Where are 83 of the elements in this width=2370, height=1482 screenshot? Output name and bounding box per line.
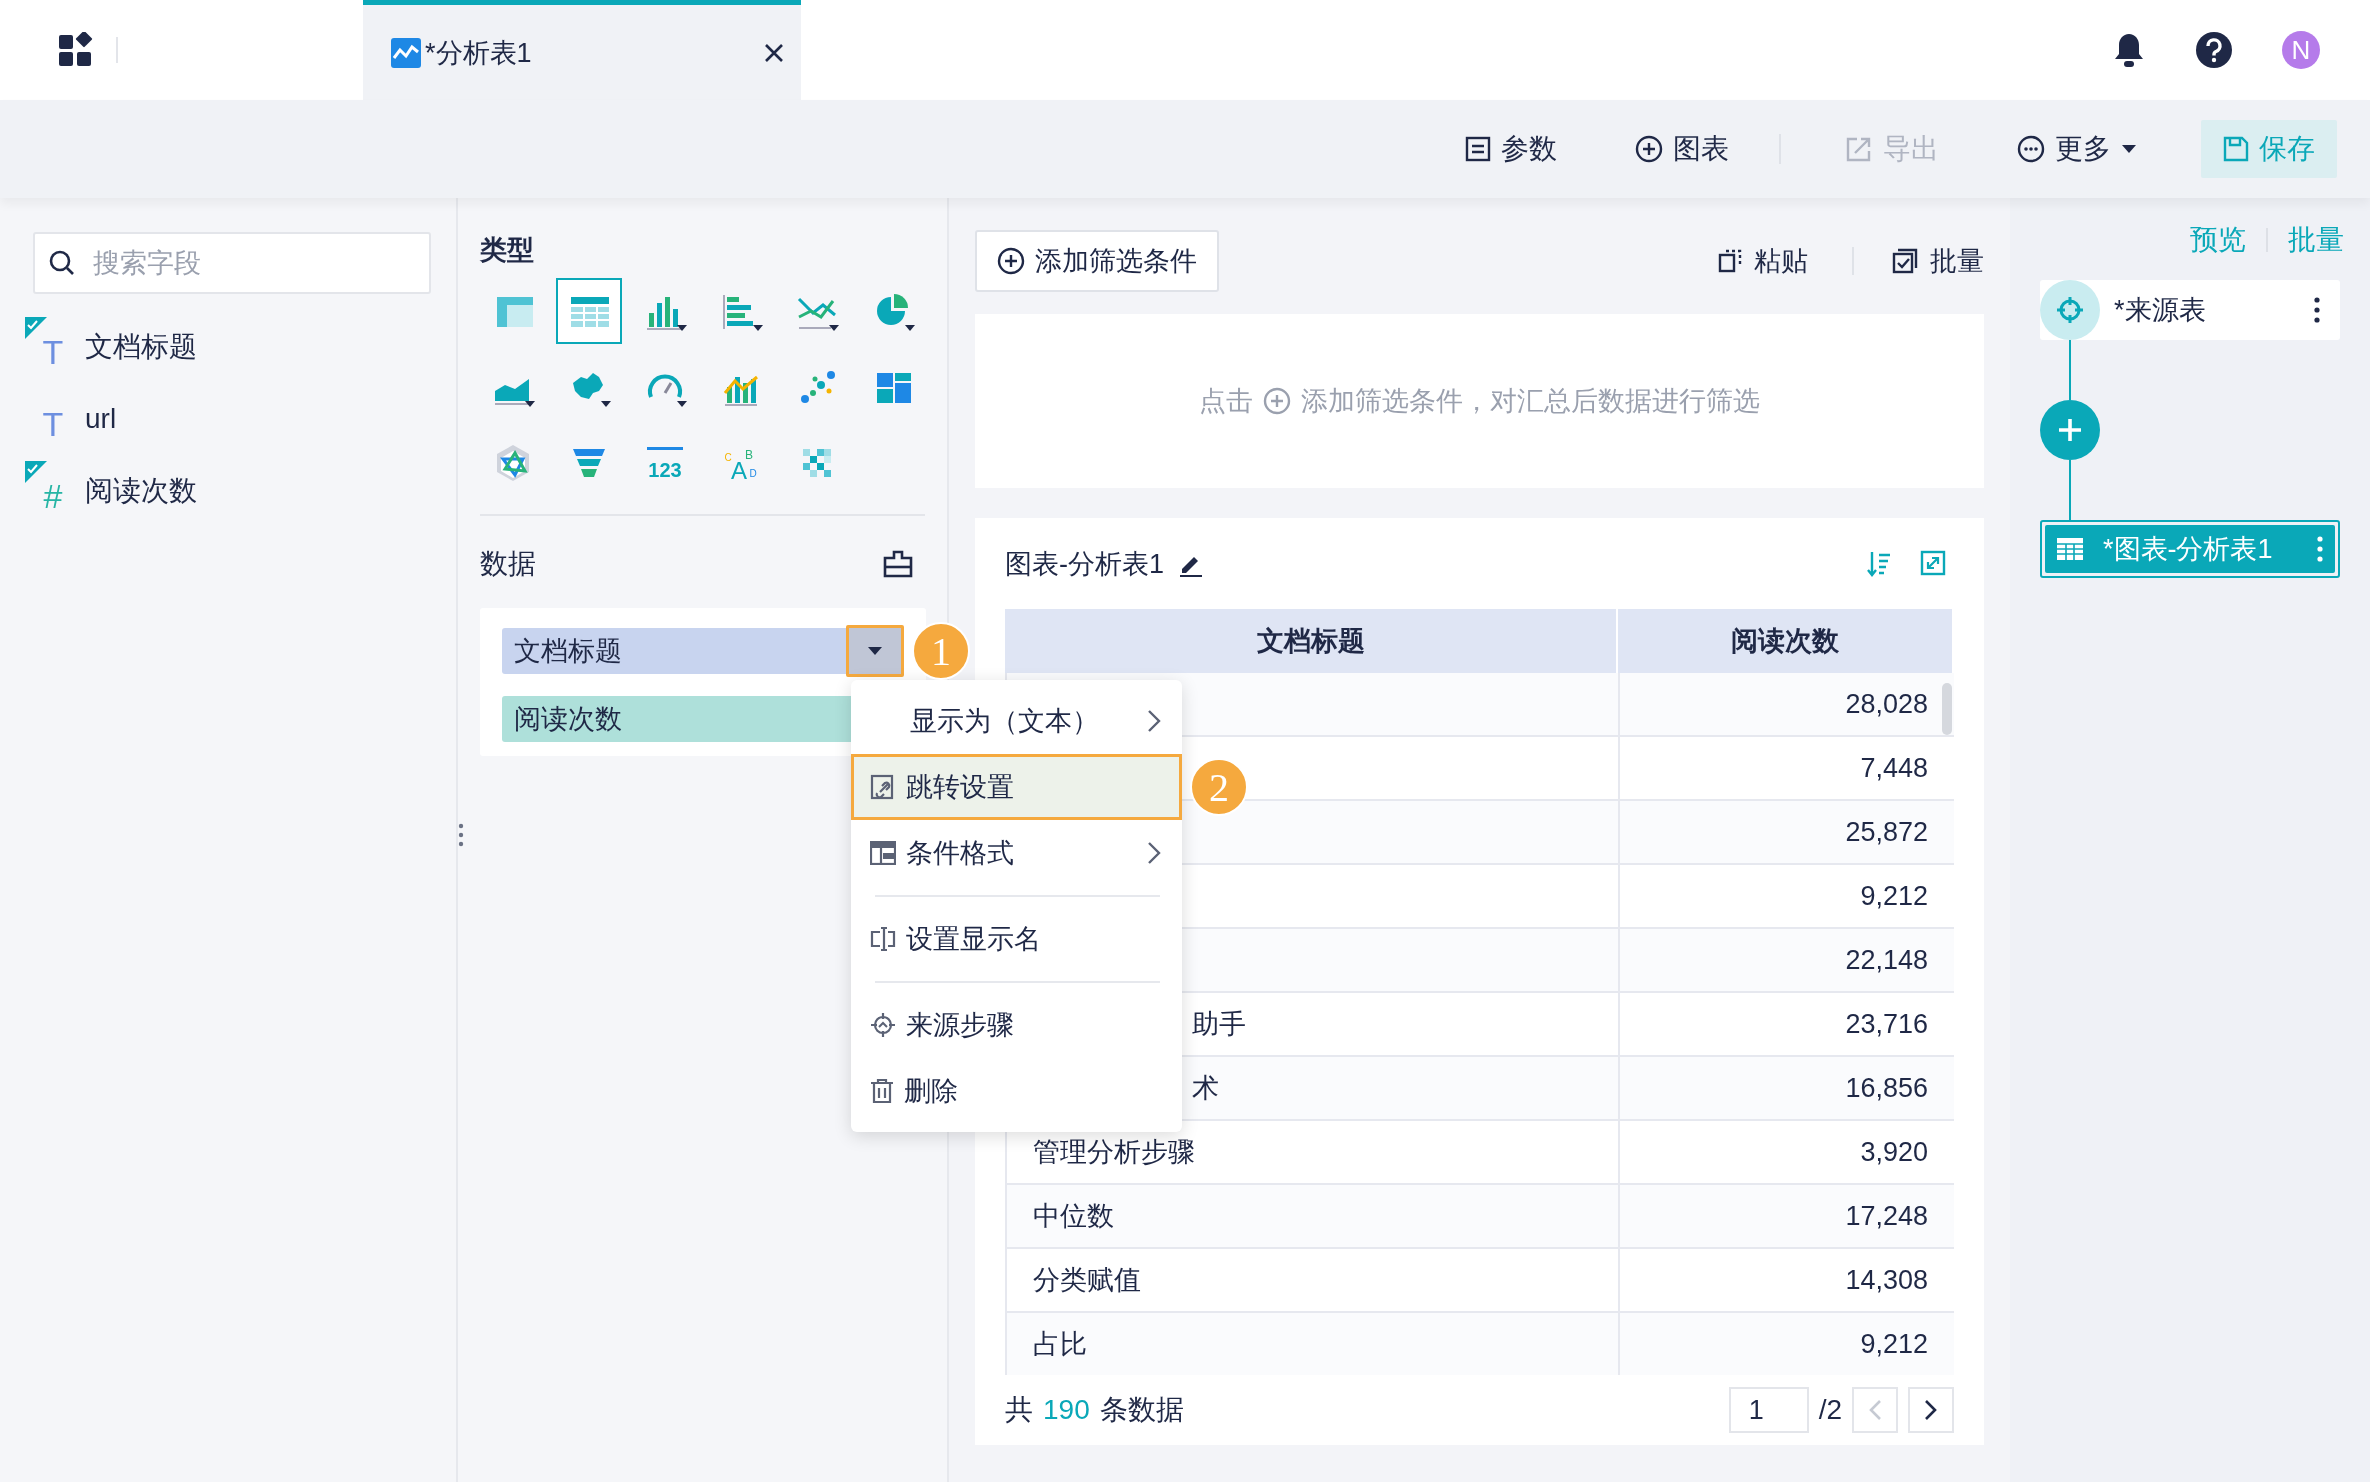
filter-hint: 添加筛选条件，对汇总后数据进行筛选	[1301, 385, 1760, 418]
menu-item[interactable]: 设置显示名	[851, 906, 1182, 972]
record-count: 190	[1043, 1394, 1090, 1426]
close-icon[interactable]	[763, 41, 785, 64]
plus-circle-icon	[1635, 135, 1663, 163]
analysis-icon	[391, 37, 421, 68]
checkbox-icon	[1892, 248, 1918, 274]
field-dropdown-button[interactable]	[846, 625, 904, 677]
menu-item[interactable]: 条件格式	[851, 820, 1182, 886]
bell-icon[interactable]	[2112, 32, 2146, 68]
table-cell: 9,212	[1620, 1313, 1954, 1375]
toolbar-button[interactable]: 更多	[2003, 120, 2151, 178]
field-name[interactable]: 文档标题	[85, 328, 197, 366]
table-cell: 3,920	[1620, 1121, 1954, 1183]
section-title: 类型	[480, 234, 535, 267]
chevron-right-icon	[1924, 1399, 1938, 1421]
target-icon	[2055, 295, 2085, 325]
field-type-glyph: T	[42, 407, 64, 441]
scrollbar-thumb[interactable]	[1942, 683, 1952, 735]
target-icon	[870, 1012, 896, 1038]
paste-icon	[1718, 249, 1742, 273]
caret-icon	[2121, 144, 2137, 154]
apps-icon[interactable]	[58, 32, 94, 68]
next-page-button[interactable]	[1908, 1387, 1954, 1433]
field-type-glyph: #	[43, 479, 63, 513]
sort-icon[interactable]	[1866, 549, 1892, 578]
save-icon	[2223, 136, 2249, 162]
fullscreen-icon[interactable]	[1920, 549, 1946, 576]
chevron-left-icon	[1868, 1399, 1882, 1421]
record-count-text: 共	[1005, 1393, 1033, 1427]
table-cell: 占比	[1007, 1313, 1620, 1375]
table-icon	[2057, 538, 2083, 560]
add-step-button[interactable]	[2040, 400, 2100, 460]
table-cell: 7,448	[1620, 737, 1954, 799]
sliders-icon	[1465, 136, 1491, 162]
rename-icon	[870, 926, 896, 952]
chevron-right-icon	[1147, 841, 1161, 865]
toolbar-button[interactable]: 参数	[1451, 120, 1571, 178]
field-name[interactable]: 阅读次数	[85, 472, 197, 510]
paste-button[interactable]: 粘贴	[1718, 243, 1808, 279]
plus-circle-icon	[1263, 387, 1291, 415]
table-cell: 14,308	[1620, 1249, 1954, 1311]
step-number-badge: 1	[912, 622, 970, 680]
table-cell: 25,872	[1620, 801, 1954, 863]
record-count-text: 条数据	[1099, 1393, 1184, 1427]
plus-icon	[2057, 417, 2083, 443]
grid-format-icon	[870, 841, 896, 865]
help-icon[interactable]	[2196, 32, 2232, 68]
trash-icon	[870, 1078, 894, 1104]
field-name[interactable]: url	[85, 403, 117, 435]
table-cell: 22,148	[1620, 929, 1954, 991]
table-cell: 23,716	[1620, 993, 1954, 1055]
page-input[interactable]: 1	[1728, 1387, 1809, 1433]
drag-handle-icon[interactable]	[458, 823, 464, 847]
chart-title: 图表-分析表1	[1005, 547, 1164, 581]
section-title: 数据	[480, 547, 536, 581]
field-type-glyph: T	[42, 335, 64, 369]
toolbar-button[interactable]: 图表	[1621, 120, 1743, 178]
used-mark-icon	[25, 461, 47, 483]
more-icon	[2017, 135, 2045, 163]
flow-node[interactable]: *来源表	[2040, 280, 2340, 340]
table-cell: 17,248	[1620, 1185, 1954, 1247]
plus-circle-icon	[997, 247, 1025, 275]
table-cell: 16,856	[1620, 1057, 1954, 1119]
tab-title: *分析表1	[425, 36, 533, 70]
export-icon	[1845, 135, 1873, 163]
menu-item[interactable]: 跳转设置	[851, 754, 1182, 820]
document-tab[interactable]: *分析表1	[363, 0, 801, 100]
search-field[interactable]: 搜索字段	[33, 232, 431, 294]
data-field-chip[interactable]: 文档标题	[502, 628, 904, 674]
table-cell: 中位数	[1007, 1185, 1620, 1247]
link-icon	[870, 774, 896, 800]
caret-icon	[867, 646, 883, 656]
used-mark-icon	[25, 317, 47, 339]
table-cell: 9,212	[1620, 865, 1954, 927]
chevron-right-icon	[1147, 709, 1161, 733]
batch-button[interactable]: 批量	[1892, 243, 1984, 279]
more-vertical-icon[interactable]	[2314, 297, 2320, 323]
add-filter-button[interactable]: 添加筛选条件	[975, 230, 1219, 292]
filter-hint: 点击	[1199, 385, 1253, 418]
table-cell: 分类赋值	[1007, 1249, 1620, 1311]
chart-type-option[interactable]	[556, 278, 622, 344]
page-total: /2	[1818, 1394, 1842, 1426]
